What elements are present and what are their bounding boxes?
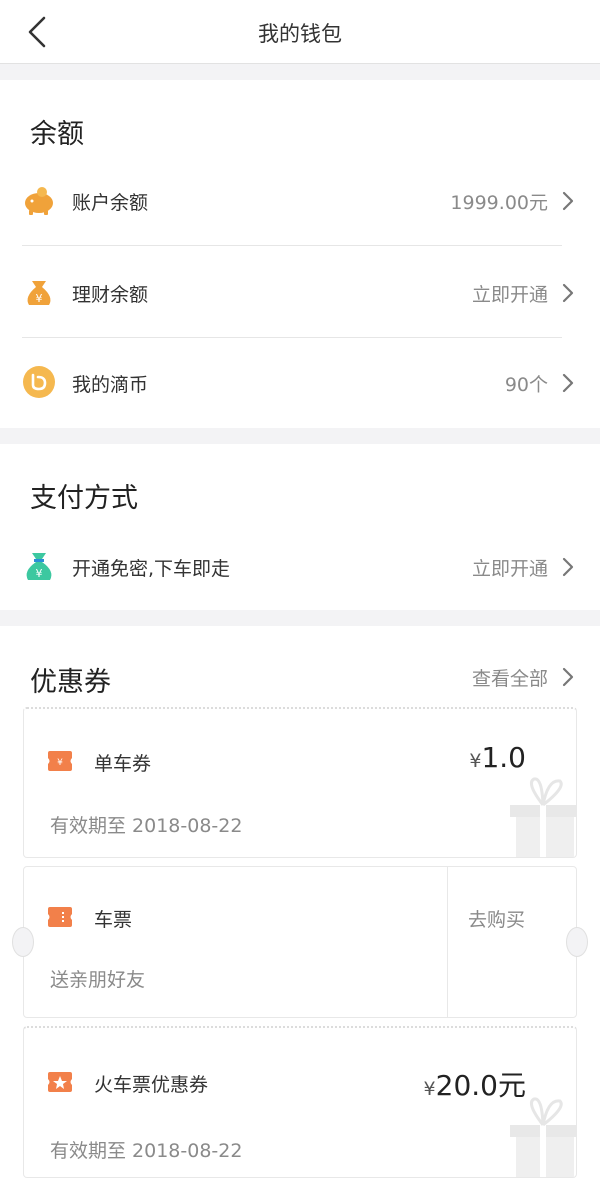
balance-section-title: 余额 bbox=[30, 119, 84, 150]
svg-text:¥: ¥ bbox=[36, 567, 43, 580]
ticket-coupon[interactable]: 车票 送亲朋好友 去购买 bbox=[23, 866, 577, 1018]
view-all-label: 查看全部 bbox=[471, 668, 548, 690]
didi-coin-row[interactable]: 我的滴币 90个 bbox=[0, 348, 600, 418]
coupon-name: 火车票优惠券 bbox=[94, 1074, 209, 1096]
view-all-coupons[interactable]: 查看全部 bbox=[0, 642, 600, 712]
chevron-right-icon bbox=[562, 283, 574, 303]
currency-symbol: ¥ bbox=[423, 1078, 436, 1100]
didi-coin-value: 90个 bbox=[504, 374, 548, 396]
account-balance-value: 1999.00元 bbox=[450, 192, 548, 214]
ticket-icon bbox=[48, 907, 72, 927]
password-free-label: 开通免密,下车即走 bbox=[72, 558, 231, 580]
coupon-separator bbox=[447, 867, 448, 1017]
nav-bar: 我的钱包 bbox=[0, 0, 600, 64]
chevron-right-icon bbox=[562, 557, 574, 577]
ticket-notch-left bbox=[12, 927, 34, 957]
chevron-right-icon bbox=[562, 373, 574, 393]
payment-section-title: 支付方式 bbox=[30, 483, 138, 514]
star-ticket-icon bbox=[48, 1072, 72, 1092]
ticket-icon: ¥ bbox=[48, 751, 72, 771]
didi-coin-icon bbox=[23, 366, 55, 398]
coupon-expiry: 有效期至 2018-08-22 bbox=[50, 815, 243, 837]
buy-button[interactable]: 去购买 bbox=[468, 905, 525, 932]
coupon-name: 单车券 bbox=[94, 753, 152, 775]
coupon-name: 车票 bbox=[94, 909, 133, 931]
bike-coupon[interactable]: ¥ 单车券 ¥1.0 有效期至 2018-08-22 bbox=[23, 707, 577, 858]
chevron-right-icon bbox=[562, 191, 574, 211]
gift-icon bbox=[510, 1097, 576, 1177]
balance-card: 余额 账户余额 1999.00元 ¥ 理财余额 立即开通 我的滴币 90个 bbox=[0, 80, 600, 428]
wealth-balance-row[interactable]: ¥ 理财余额 立即开通 bbox=[0, 258, 600, 328]
gift-icon bbox=[510, 777, 576, 857]
svg-text:¥: ¥ bbox=[36, 292, 43, 305]
page-title: 我的钱包 bbox=[258, 22, 342, 46]
payment-card: 支付方式 ¥ 开通免密,下车即走 立即开通 bbox=[0, 444, 600, 610]
wealth-balance-value: 立即开通 bbox=[471, 284, 548, 306]
piggy-bank-icon bbox=[25, 187, 53, 215]
divider bbox=[22, 337, 562, 338]
account-balance-row[interactable]: 账户余额 1999.00元 bbox=[0, 166, 600, 236]
password-free-value: 立即开通 bbox=[471, 558, 548, 580]
coupon-expiry: 有效期至 2018-08-22 bbox=[50, 1140, 243, 1162]
divider bbox=[22, 245, 562, 246]
money-bag-icon: ¥ bbox=[27, 281, 51, 305]
ticket-notch-right bbox=[566, 927, 588, 957]
coupon-subtitle: 送亲朋好友 bbox=[50, 969, 146, 991]
svg-text:¥: ¥ bbox=[57, 758, 63, 768]
wealth-balance-label: 理财余额 bbox=[72, 284, 149, 306]
money-bag-green-icon: ¥ bbox=[26, 553, 52, 580]
account-balance-label: 账户余额 bbox=[72, 192, 149, 214]
password-free-row[interactable]: ¥ 开通免密,下车即走 立即开通 bbox=[0, 532, 600, 602]
didi-coin-label: 我的滴币 bbox=[72, 374, 149, 396]
chevron-right-icon bbox=[562, 667, 574, 687]
train-coupon[interactable]: 火车票优惠券 ¥20.0元 有效期至 2018-08-22 bbox=[23, 1026, 577, 1178]
